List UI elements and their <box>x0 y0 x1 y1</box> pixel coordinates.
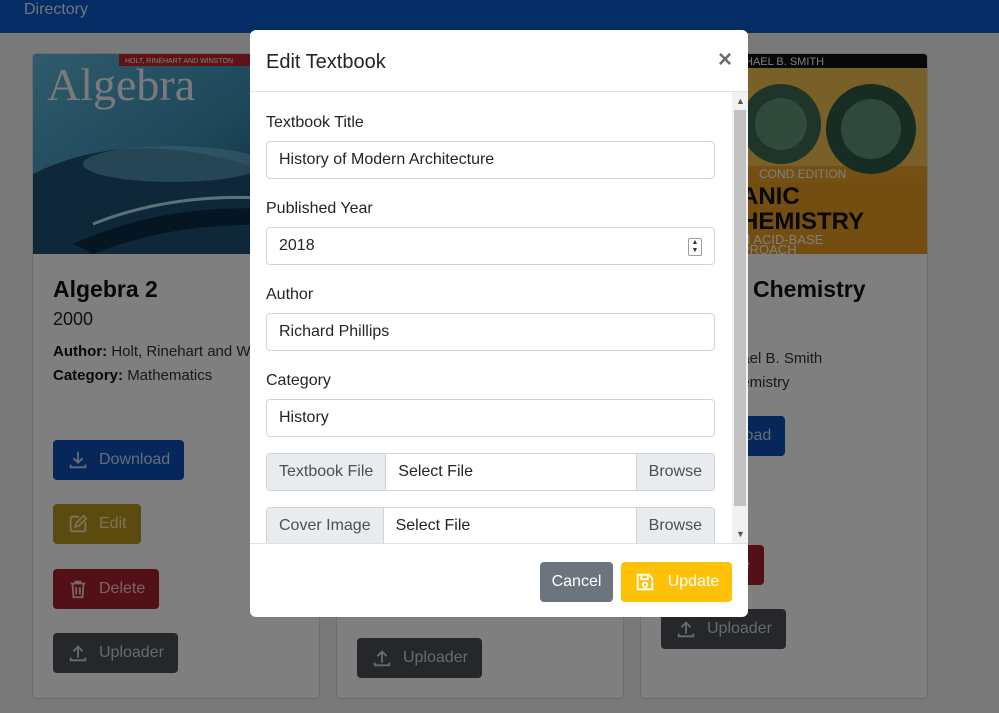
cover-image-file-name[interactable]: Select File <box>384 508 636 543</box>
modal-body[interactable]: Textbook Title History of Modern Archite… <box>250 92 748 543</box>
author-input[interactable]: Richard Phillips <box>266 313 715 351</box>
edit-textbook-modal: Edit Textbook × Textbook Title History o… <box>250 30 748 617</box>
textbook-title-label: Textbook Title <box>266 114 364 131</box>
published-year-input[interactable]: 2018 ▲ ▼ <box>266 227 715 265</box>
modal-header: Edit Textbook × <box>250 30 748 92</box>
scroll-down-icon[interactable]: ▼ <box>736 529 745 539</box>
browse-button[interactable]: Browse <box>635 454 714 490</box>
number-spinner[interactable]: ▲ ▼ <box>688 238 702 256</box>
textbook-file-name[interactable]: Select File <box>386 454 635 490</box>
save-icon <box>636 573 653 591</box>
author-label: Author <box>266 286 314 303</box>
modal-footer: Cancel Update <box>250 543 748 617</box>
cancel-button[interactable]: Cancel <box>540 562 613 602</box>
cover-image-label: Cover Image <box>267 508 384 543</box>
modal-scrollbar[interactable]: ▲ ▼ <box>732 92 748 543</box>
close-icon[interactable]: × <box>718 48 732 72</box>
textbook-title-input[interactable]: History of Modern Architecture <box>266 141 715 179</box>
update-button[interactable]: Update <box>621 562 732 602</box>
scroll-up-icon[interactable]: ▲ <box>736 96 745 106</box>
cover-image-input[interactable]: Cover Image Select File Browse <box>266 507 715 543</box>
textbook-file-label: Textbook File <box>267 454 387 490</box>
category-input[interactable]: History <box>266 399 715 437</box>
category-label: Category <box>266 372 331 389</box>
browse-button[interactable]: Browse <box>635 508 714 543</box>
published-year-label: Published Year <box>266 200 373 217</box>
scrollbar-thumb[interactable] <box>734 110 746 506</box>
modal-title: Edit Textbook <box>266 51 386 73</box>
textbook-file-input[interactable]: Textbook File Select File Browse <box>266 453 715 491</box>
